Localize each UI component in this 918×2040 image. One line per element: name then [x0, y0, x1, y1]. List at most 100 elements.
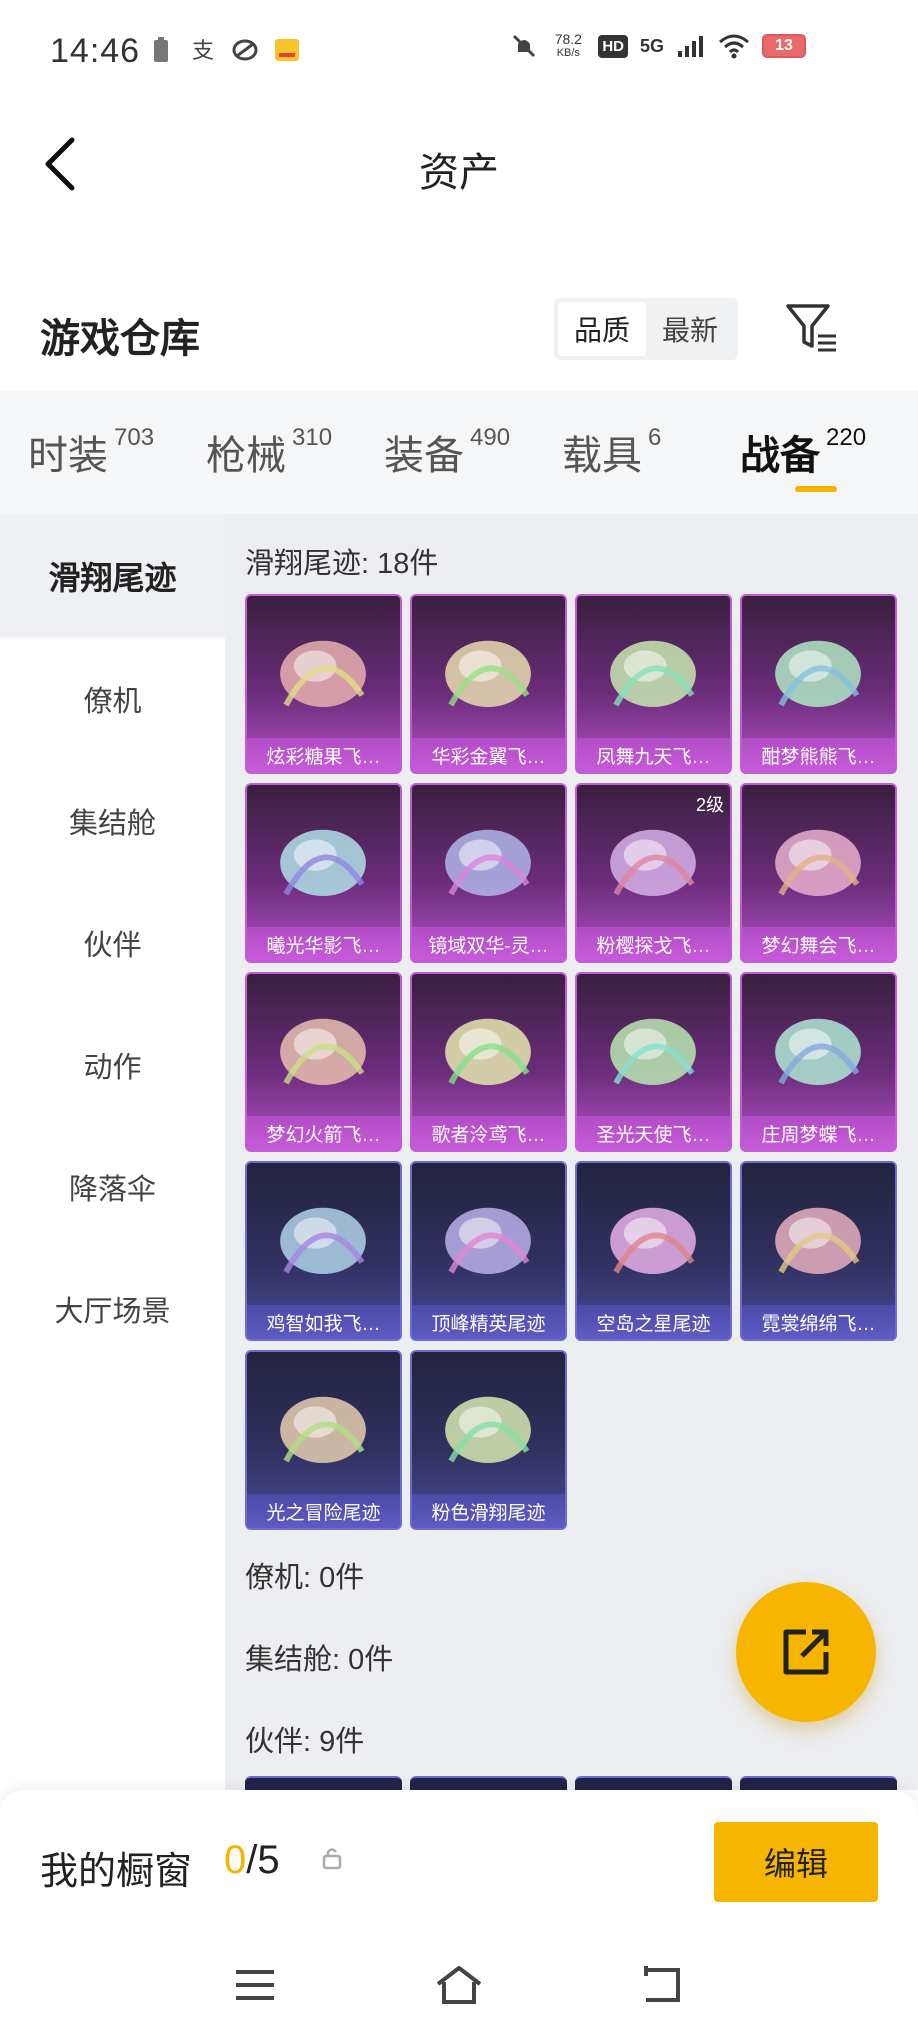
side-item-parachute[interactable]: 降落伞 — [0, 1126, 225, 1248]
item-name: 粉色滑翔尾迹 — [412, 1494, 565, 1528]
tab-equipment[interactable]: 装备 490 — [384, 390, 562, 514]
item-image — [610, 640, 696, 708]
item-card[interactable]: 霓裳绵绵飞… — [740, 1161, 897, 1341]
item-image — [280, 1018, 366, 1086]
signal-icon — [678, 36, 703, 57]
showcase-bar: 我的橱窗 0/5 编辑 — [0, 1790, 918, 1930]
section-header: 游戏仓库 品质 最新 — [0, 290, 918, 390]
side-item-emote[interactable]: 动作 — [0, 1004, 225, 1126]
item-card[interactable]: 曦光华影飞… — [245, 783, 402, 963]
item-card[interactable]: 顶峰精英尾迹 — [410, 1161, 567, 1341]
item-image — [445, 1018, 531, 1086]
item-card[interactable]: 歌者泠鸢飞… — [410, 972, 567, 1152]
status-right: 78.2 KB/s HD 5G 13 — [510, 32, 806, 60]
item-card[interactable]: 华彩金翼飞… — [410, 594, 567, 774]
mute-icon — [513, 34, 536, 58]
showcase-title: 我的橱窗 — [40, 1851, 193, 1893]
svg-text:支: 支 — [192, 39, 214, 64]
side-item-pod[interactable]: 集结舱 — [0, 760, 225, 882]
battery-indicator: 13 — [762, 34, 806, 58]
lock-icon — [322, 1848, 342, 1870]
item-name: 梦幻火箭飞… — [247, 1116, 400, 1150]
item-card[interactable]: 光之冒险尾迹 — [245, 1350, 402, 1530]
menu-icon[interactable] — [230, 1962, 280, 2008]
item-card[interactable]: 庄周梦蝶飞… — [740, 972, 897, 1152]
item-name: 炫彩糖果飞… — [247, 738, 400, 772]
item-name: 曦光华影飞… — [247, 927, 400, 961]
item-image — [280, 640, 366, 708]
tab-battle-gear[interactable]: 战备 220 — [740, 390, 918, 514]
sort-latest-button[interactable]: 最新 — [646, 302, 734, 356]
item-name: 庄周梦蝶飞… — [742, 1116, 895, 1150]
item-card[interactable]: 梦幻舞会飞… — [740, 783, 897, 963]
side-item-glide-trail[interactable]: 滑翔尾迹 — [0, 514, 225, 638]
back-nav-icon[interactable] — [638, 1962, 688, 2008]
item-name: 鸡智如我飞… — [247, 1305, 400, 1339]
app-icon — [232, 39, 258, 61]
app-header: 资产 — [0, 104, 918, 224]
alipay-icon: 支 — [192, 39, 214, 64]
system-nav-bar — [0, 1930, 918, 2040]
item-image — [610, 1018, 696, 1086]
network-label: 5G — [639, 35, 664, 56]
tab-firearms[interactable]: 枪械 310 — [206, 390, 384, 514]
share-fab-button[interactable] — [736, 1582, 876, 1722]
item-name: 酣梦熊熊飞… — [742, 738, 895, 772]
item-name: 凤舞九天飞… — [577, 738, 730, 772]
section-title: 游戏仓库 — [40, 317, 200, 361]
item-name: 光之冒险尾迹 — [247, 1494, 400, 1528]
item-card[interactable]: 鸡智如我飞… — [245, 1161, 402, 1341]
tab-fashion[interactable]: 时装 703 — [28, 390, 206, 514]
side-item-partner[interactable]: 伙伴 — [0, 882, 225, 1004]
wifi-icon — [719, 34, 749, 59]
item-image — [610, 1207, 696, 1275]
item-image — [775, 829, 861, 897]
tab-vehicles[interactable]: 载具 6 — [562, 390, 740, 514]
edit-button[interactable]: 编辑 — [714, 1822, 878, 1902]
item-card[interactable]: 酣梦熊熊飞… — [740, 594, 897, 774]
filter-icon[interactable] — [784, 300, 840, 356]
page-title: 资产 — [419, 151, 499, 195]
group-label-pod: 集结舱: 0件 — [245, 1644, 394, 1676]
item-card[interactable]: 梦幻火箭飞… — [245, 972, 402, 1152]
group-label-wingman: 僚机: 0件 — [245, 1562, 365, 1594]
item-image — [775, 640, 861, 708]
status-left-icons: 支 — [148, 36, 300, 64]
partner-row-preview — [245, 1776, 905, 1790]
item-image — [445, 1396, 531, 1464]
item-image — [445, 1207, 531, 1275]
item-name: 梦幻舞会飞… — [742, 927, 895, 961]
item-card[interactable]: 空岛之星尾迹 — [575, 1161, 732, 1341]
item-name: 顶峰精英尾迹 — [412, 1305, 565, 1339]
item-name: 华彩金翼飞… — [412, 738, 565, 772]
item-name: 镜域双华-灵… — [412, 927, 565, 961]
item-name: 歌者泠鸢飞… — [412, 1116, 565, 1150]
group-label-partner: 伙伴: 9件 — [245, 1726, 365, 1758]
side-item-wingman[interactable]: 僚机 — [0, 638, 225, 760]
showcase-count: 0/5 — [224, 1838, 280, 1882]
active-tab-indicator — [795, 486, 837, 492]
item-card[interactable]: 粉色滑翔尾迹 — [410, 1350, 567, 1530]
item-card[interactable]: 圣光天使飞… — [575, 972, 732, 1152]
group-label-glide-trail: 滑翔尾迹: 18件 — [245, 548, 439, 580]
sort-quality-button[interactable]: 品质 — [558, 302, 646, 356]
item-image — [280, 1207, 366, 1275]
category-tabs: 时装 703 枪械 310 装备 490 载具 6 战备 220 — [0, 390, 918, 514]
item-image — [280, 1396, 366, 1464]
item-name: 圣光天使飞… — [577, 1116, 730, 1150]
item-name: 空岛之星尾迹 — [577, 1305, 730, 1339]
home-icon[interactable] — [434, 1962, 484, 2008]
item-card[interactable]: 2级 粉樱探戈飞… — [575, 783, 732, 963]
side-category-nav: 滑翔尾迹 僚机 集结舱 伙伴 动作 降落伞 大厅场景 — [0, 514, 225, 1790]
item-card[interactable]: 镜域双华-灵… — [410, 783, 567, 963]
side-item-lobby-scene[interactable]: 大厅场景 — [0, 1248, 225, 1370]
net-speed: 78.2 KB/s — [554, 31, 582, 59]
item-card[interactable]: 炫彩糖果飞… — [245, 594, 402, 774]
hd-badge: HD — [598, 34, 628, 58]
item-image — [775, 1018, 861, 1086]
status-bar: 14:46 支 78.2 KB/s HD 5G 13 — [0, 0, 918, 104]
item-image — [445, 640, 531, 708]
level-badge: 2级 — [695, 795, 724, 815]
item-card[interactable]: 凤舞九天飞… — [575, 594, 732, 774]
item-image — [280, 829, 366, 897]
